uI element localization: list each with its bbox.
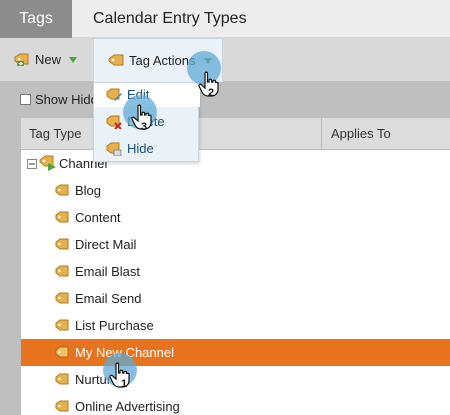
tag-hide-icon	[106, 142, 122, 156]
tag-icon	[55, 346, 69, 358]
table-row-selected[interactable]: My New Channel	[21, 339, 450, 366]
step-number-3: 3	[141, 121, 148, 133]
tag-icon	[55, 184, 69, 196]
row-label: List Purchase	[75, 318, 154, 333]
new-tag-icon	[14, 53, 29, 66]
table-row[interactable]: Blog	[21, 177, 450, 204]
tag-icon	[55, 211, 69, 223]
show-hidden-row: Show Hidden	[0, 82, 450, 118]
tag-icon	[108, 54, 124, 65]
step-number-2: 2	[208, 87, 215, 99]
tag-edit-icon	[106, 88, 122, 101]
row-label: Direct Mail	[75, 237, 137, 252]
menu-item-hide[interactable]: Hide	[94, 137, 200, 161]
tag-icon	[55, 238, 69, 250]
toolbar: New Tag Actions	[0, 38, 450, 82]
table-row[interactable]: Direct Mail	[21, 231, 450, 258]
table-row[interactable]: Online Advertising	[21, 393, 450, 415]
tag-icon	[55, 373, 69, 385]
menu-item-label: Hide	[127, 141, 154, 156]
table-row[interactable]: Email Send	[21, 285, 450, 312]
tab-tags[interactable]: Tags	[0, 0, 72, 38]
show-hidden-checkbox[interactable]	[20, 94, 31, 105]
left-gutter	[0, 118, 20, 415]
new-dropdown-arrow-icon[interactable]	[69, 57, 78, 63]
collapse-icon[interactable]	[27, 159, 37, 169]
column-divider	[321, 118, 322, 150]
new-button[interactable]: New	[14, 50, 78, 70]
channel-tag-icon	[39, 155, 56, 171]
step-number-1: 1	[121, 378, 128, 390]
table-row[interactable]: Nurture	[21, 366, 450, 393]
column-header-applies-to[interactable]: Applies To	[331, 126, 391, 141]
tag-icon	[55, 292, 69, 304]
column-header-tag-type[interactable]: Tag Type	[29, 126, 82, 141]
row-label: Online Advertising	[75, 399, 180, 414]
table-header: Tag Type Applies To	[21, 118, 450, 150]
tag-table: Tag Type Applies To Channel Blog Content…	[20, 118, 450, 415]
hand-cursor-icon	[109, 362, 130, 388]
table-row[interactable]: Email Blast	[21, 258, 450, 285]
tab-bar: Tags Calendar Entry Types	[0, 0, 450, 38]
tree-parent-row[interactable]: Channel	[21, 150, 450, 177]
tag-icon	[55, 400, 69, 412]
tag-actions-label: Tag Actions	[129, 52, 196, 68]
table-row[interactable]: Content	[21, 204, 450, 231]
tag-delete-icon	[106, 115, 122, 129]
row-label: Email Send	[75, 291, 142, 306]
table-row[interactable]: List Purchase	[21, 312, 450, 339]
row-label: Blog	[75, 183, 102, 198]
row-label: Content	[75, 210, 121, 225]
tab-calendar-entry-types[interactable]: Calendar Entry Types	[93, 0, 247, 38]
row-label: Email Blast	[75, 264, 141, 279]
tag-icon	[55, 319, 69, 331]
tag-icon	[55, 265, 69, 277]
new-button-label: New	[35, 52, 62, 67]
